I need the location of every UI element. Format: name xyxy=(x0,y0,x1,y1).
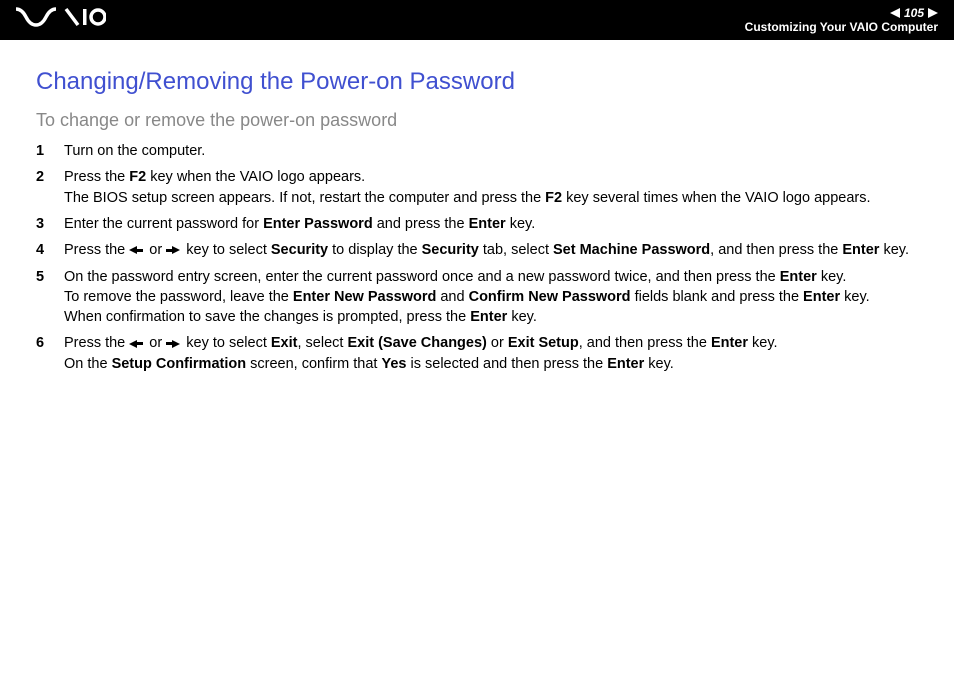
nav-next-icon[interactable] xyxy=(928,8,938,18)
arrow-left-icon xyxy=(129,333,145,353)
step-number: 3 xyxy=(36,214,64,234)
bold-term: Security xyxy=(422,242,479,258)
step-text: On the password entry screen, enter the … xyxy=(64,267,918,328)
step-number: 4 xyxy=(36,240,64,260)
vaio-logo-svg xyxy=(16,7,106,27)
bold-term: Security xyxy=(271,242,328,258)
step-number: 5 xyxy=(36,267,64,328)
arrow-right-icon xyxy=(166,333,182,353)
step-item: 5On the password entry screen, enter the… xyxy=(36,267,918,328)
bold-term: Enter xyxy=(780,269,817,285)
step-number: 2 xyxy=(36,167,64,208)
step-item: 4Press the or key to select Security to … xyxy=(36,240,918,260)
step-list: 1Turn on the computer.2Press the F2 key … xyxy=(36,141,918,374)
bold-term: Enter xyxy=(470,309,507,325)
bold-term: Enter New Password xyxy=(293,289,436,305)
bold-term: Exit xyxy=(271,335,298,351)
bold-term: Yes xyxy=(381,356,406,372)
step-text: Press the F2 key when the VAIO logo appe… xyxy=(64,167,918,208)
bold-term: Setup Confirmation xyxy=(112,356,247,372)
bold-term: Enter xyxy=(711,335,748,351)
bold-term: Exit Setup xyxy=(508,335,579,351)
step-item: 6Press the or key to select Exit, select… xyxy=(36,333,918,374)
step-text: Turn on the computer. xyxy=(64,141,918,161)
step-text: Press the or key to select Exit, select … xyxy=(64,333,918,374)
page-nav: 105 xyxy=(745,6,938,20)
bold-term: Enter xyxy=(842,242,879,258)
bold-term: F2 xyxy=(545,190,562,206)
bold-term: Set Machine Password xyxy=(553,242,710,258)
bold-term: Enter xyxy=(803,289,840,305)
bold-term: Enter Password xyxy=(263,216,373,232)
arrow-left-icon xyxy=(129,240,145,260)
step-item: 1Turn on the computer. xyxy=(36,141,918,161)
arrow-right-icon xyxy=(166,240,182,260)
header-right: 105 Customizing Your VAIO Computer xyxy=(745,6,938,34)
step-number: 6 xyxy=(36,333,64,374)
vaio-logo xyxy=(16,6,106,34)
header-bar: 105 Customizing Your VAIO Computer xyxy=(0,0,954,40)
page-number: 105 xyxy=(904,6,924,20)
section-title: Changing/Removing the Power-on Password xyxy=(36,68,918,96)
step-number: 1 xyxy=(36,141,64,161)
content-area: Changing/Removing the Power-on Password … xyxy=(0,40,954,408)
bold-term: Enter xyxy=(607,356,644,372)
step-text: Enter the current password for Enter Pas… xyxy=(64,214,918,234)
step-text: Press the or key to select Security to d… xyxy=(64,240,918,260)
section-subtitle: To change or remove the power-on passwor… xyxy=(36,110,918,131)
bold-term: Confirm New Password xyxy=(469,289,631,305)
breadcrumb: Customizing Your VAIO Computer xyxy=(745,20,938,34)
nav-prev-icon[interactable] xyxy=(890,8,900,18)
step-item: 3Enter the current password for Enter Pa… xyxy=(36,214,918,234)
bold-term: Enter xyxy=(469,216,506,232)
step-item: 2Press the F2 key when the VAIO logo app… xyxy=(36,167,918,208)
bold-term: Exit (Save Changes) xyxy=(347,335,486,351)
bold-term: F2 xyxy=(129,169,146,185)
